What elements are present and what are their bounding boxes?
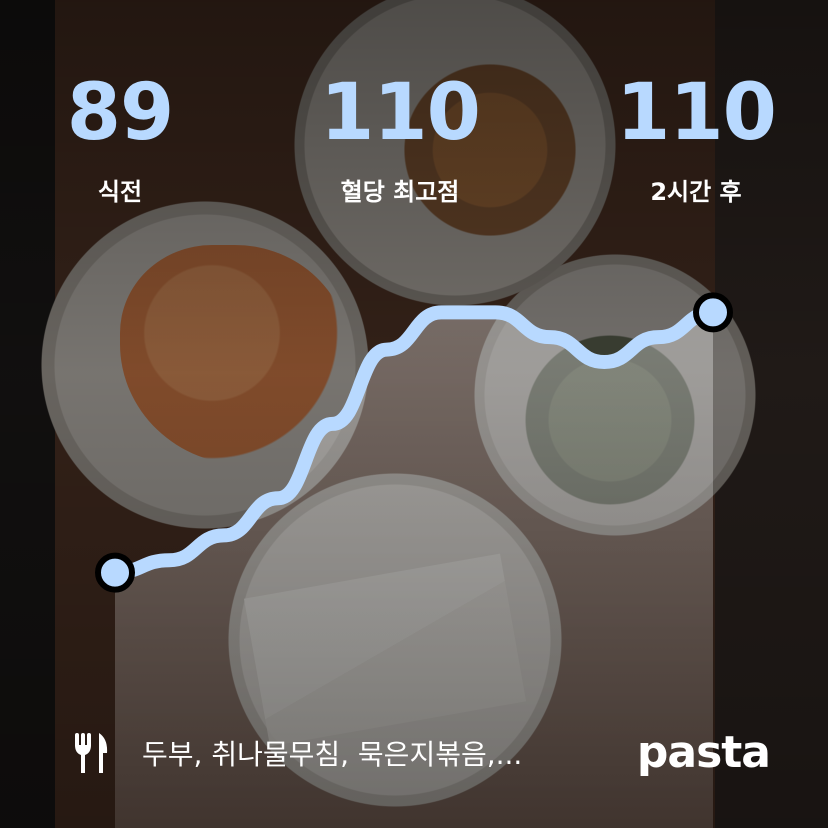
pre-meal-value: 89: [66, 68, 175, 158]
meal-footer: 두부, 취나물무침, 묵은지볶음,... pasta: [68, 727, 771, 778]
two-hour-label: 2시간 후: [650, 178, 742, 206]
peak-label: 혈당 최고점: [340, 178, 460, 206]
fork-knife-icon: [75, 732, 108, 773]
peak-value: 110: [320, 68, 481, 158]
pre-meal-stat: 89 식전: [0, 74, 240, 207]
brand-logo: pasta: [636, 727, 771, 778]
end-marker-dot: [693, 292, 733, 333]
pre-meal-label: 식전: [97, 178, 143, 206]
peak-stat: 110 혈당 최고점: [280, 74, 520, 207]
meal-foods-text: 두부, 취나물무침, 묵은지볶음,...: [142, 737, 523, 771]
two-hour-value: 110: [616, 68, 777, 158]
two-hour-stat: 110 2시간 후: [576, 74, 816, 207]
meal-glucose-card: 89 식전 110 혈당 최고점 110 2시간 후 두부, 취나물무침, 묵은…: [0, 0, 828, 828]
start-marker-dot: [95, 552, 135, 593]
